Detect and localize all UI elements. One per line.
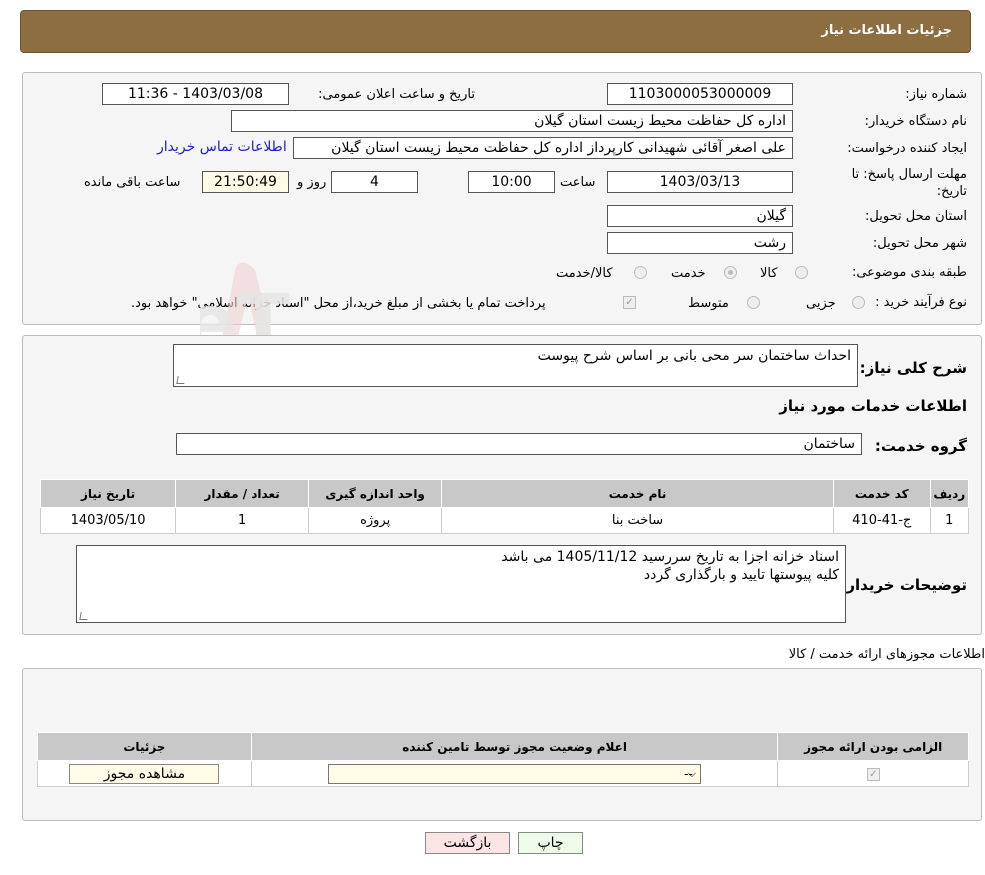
process-radio-minor[interactable] xyxy=(852,296,865,309)
deadline-date-field: 1403/03/13 xyxy=(607,171,793,193)
service-group-label: گروه خدمت: xyxy=(874,437,967,455)
category-label: طبقه بندی موضوعی: xyxy=(851,265,967,280)
announce-datetime-field: 1403/03/08 - 11:36 xyxy=(102,83,289,105)
category-radio-service[interactable] xyxy=(724,266,737,279)
delivery-province-field: گیلان xyxy=(607,205,793,227)
buyer-notes-line-1: اسناد خزانه اجزا به تاریخ سررسید 1405/11… xyxy=(501,549,839,565)
process-option-minor: جزیی xyxy=(806,296,836,311)
category-radio-goods[interactable] xyxy=(795,266,808,279)
delivery-city-field: رشت xyxy=(607,232,793,254)
summary-text: احداث ساختمان سر محی بانی بر اساس شرح پی… xyxy=(537,348,851,364)
permits-section-title: اطلاعات مجوزهای ارائه خدمت / کالا xyxy=(788,647,985,662)
col-header-service-code: کد خدمت xyxy=(832,479,931,508)
days-remaining-field: 4 xyxy=(331,171,418,193)
time-remaining-label: ساعت باقی مانده xyxy=(84,175,181,190)
category-option-goods: کالا xyxy=(760,266,778,281)
page-title: جزئیات اطلاعات نیاز xyxy=(821,23,952,38)
col-header-unit: واحد اندازه گیری xyxy=(308,479,443,508)
summary-label: شرح کلی نیاز: xyxy=(859,359,967,377)
col-header-permit-required: الزامی بودن ارائه مجوز xyxy=(777,732,969,761)
deadline-label: مهلت ارسال پاسخ: تا تاریخ: xyxy=(851,167,967,199)
buyer-notes-line-2: کلیه پیوستها تایید و بارگذاری گردد xyxy=(643,567,839,583)
cell-unit: پروژه xyxy=(308,507,443,534)
table-row: ✓ -- ⌵ مشاهده مجوز xyxy=(37,760,969,787)
process-radio-medium[interactable] xyxy=(747,296,760,309)
treasury-payment-note: پرداخت تمام یا بخشی از مبلغ خرید،از محل … xyxy=(131,296,546,311)
service-group-field: ساختمان xyxy=(176,433,862,455)
category-radio-goods-service[interactable] xyxy=(634,266,647,279)
print-button[interactable]: چاپ xyxy=(518,832,583,854)
buyer-contact-link[interactable]: اطلاعات تماس خریدار xyxy=(157,139,287,155)
delivery-city-label: شهر محل تحویل: xyxy=(872,236,967,251)
view-permit-button[interactable]: مشاهده مجوز xyxy=(69,763,220,784)
table-row: 1 ج-41-410 ساخت بنا پروژه 1 1403/05/10 xyxy=(39,507,970,534)
purchase-process-label: نوع فرآیند خرید : xyxy=(875,295,967,310)
treasury-payment-checkbox[interactable]: ✓ xyxy=(623,296,636,309)
services-table: ردیف کد خدمت نام خدمت واحد اندازه گیری ت… xyxy=(39,479,970,534)
permits-table: الزامی بودن ارائه مجوز اعلام وضعیت مجوز … xyxy=(37,732,969,787)
services-section-title: اطلاعات خدمات مورد نیاز xyxy=(779,397,967,415)
category-option-service: خدمت xyxy=(671,266,706,281)
permit-required-checkbox[interactable]: ✓ xyxy=(866,768,880,781)
summary-textarea[interactable]: احداث ساختمان سر محی بانی بر اساس شرح پی… xyxy=(173,344,858,387)
chevron-down-icon: ⌵ xyxy=(687,766,697,780)
page-header: جزئیات اطلاعات نیاز xyxy=(20,10,971,53)
col-header-service-name: نام خدمت xyxy=(441,479,834,508)
buyer-org-label: نام دستگاه خریدار: xyxy=(864,114,967,129)
category-option-goods-service: کالا/خدمت xyxy=(556,266,613,281)
requester-label: ایجاد کننده درخواست: xyxy=(847,141,967,156)
col-header-permit-status: اعلام وضعیت مجوز توسط تامین کننده xyxy=(250,732,779,761)
need-number-label: شماره نیاز: xyxy=(905,87,967,102)
resize-handle-icon[interactable] xyxy=(176,376,186,384)
deadline-time-field: 10:00 xyxy=(468,171,555,193)
cell-service-name: ساخت بنا xyxy=(441,507,834,534)
cell-quantity: 1 xyxy=(175,507,310,534)
announce-datetime-label: تاریخ و ساعت اعلان عمومی: xyxy=(318,87,475,102)
delivery-province-label: استان محل تحویل: xyxy=(865,209,967,224)
buyer-notes-textarea[interactable]: اسناد خزانه اجزا به تاریخ سررسید 1405/11… xyxy=(76,545,846,623)
days-label: روز و xyxy=(297,175,327,190)
cell-row-number: 1 xyxy=(929,507,970,534)
permits-table-header: الزامی بودن ارائه مجوز اعلام وضعیت مجوز … xyxy=(37,732,969,761)
cell-permit-required: ✓ xyxy=(777,760,969,787)
col-header-permit-details: جزئیات xyxy=(37,732,252,761)
cell-permit-details: مشاهده مجوز xyxy=(37,760,252,787)
requester-field: علی اصغر آقائی شهیدانی کارپرداز اداره کل… xyxy=(293,137,793,159)
col-header-quantity: تعداد / مقدار xyxy=(175,479,310,508)
permit-status-select[interactable]: -- ⌵ xyxy=(328,763,702,784)
cell-service-code: ج-41-410 xyxy=(832,507,931,534)
deadline-time-label: ساعت xyxy=(560,175,596,190)
cell-permit-status: -- ⌵ xyxy=(250,760,779,787)
services-table-header: ردیف کد خدمت نام خدمت واحد اندازه گیری ت… xyxy=(39,479,970,508)
resize-handle-icon[interactable] xyxy=(79,612,89,620)
back-button[interactable]: بازگشت xyxy=(425,832,510,854)
need-number-field: 1103000053000009 xyxy=(607,83,793,105)
buyer-org-field: اداره کل حفاظت محیط زیست استان گیلان xyxy=(231,110,793,132)
col-header-need-date: تاریخ نیاز xyxy=(39,479,177,508)
time-remaining-field: 21:50:49 xyxy=(202,171,289,193)
cell-need-date: 1403/05/10 xyxy=(39,507,177,534)
process-option-medium: متوسط xyxy=(688,296,729,311)
buyer-notes-label: توضیحات خریدار: xyxy=(840,576,967,594)
col-header-row: ردیف xyxy=(929,479,970,508)
